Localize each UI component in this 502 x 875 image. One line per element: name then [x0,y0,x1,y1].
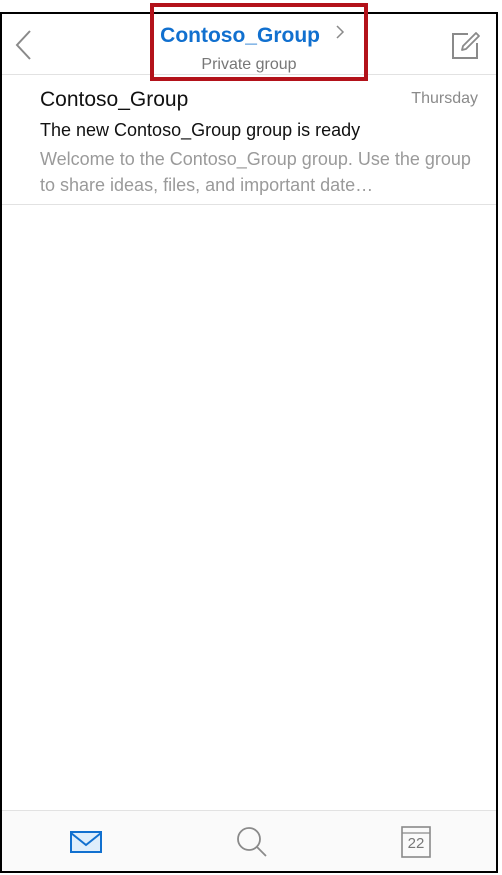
message-sender: Contoso_Group [40,88,189,111]
calendar-day-number: 22 [407,835,425,852]
bottom-tab-bar: 22 [2,810,496,871]
mail-icon [70,831,102,853]
tab-mail[interactable] [68,824,104,860]
message-subject: The new Contoso_Group group is ready [40,120,361,140]
message-list-item[interactable]: Contoso_Group Thursday The new Contoso_G… [2,75,496,205]
search-icon [237,827,267,857]
tab-calendar[interactable]: 22 [398,824,434,860]
highlight-box [150,3,368,81]
app-frame: Contoso_Group Private group Contoso_Grou… [0,3,498,873]
message-preview: Welcome to the Contoso_Group group. Use … [40,149,471,195]
header-bar: Contoso_Group Private group [2,3,496,81]
compose-button[interactable] [448,28,482,62]
message-date: Thursday [411,90,478,107]
compose-icon [452,32,480,59]
tab-search[interactable] [234,824,270,860]
